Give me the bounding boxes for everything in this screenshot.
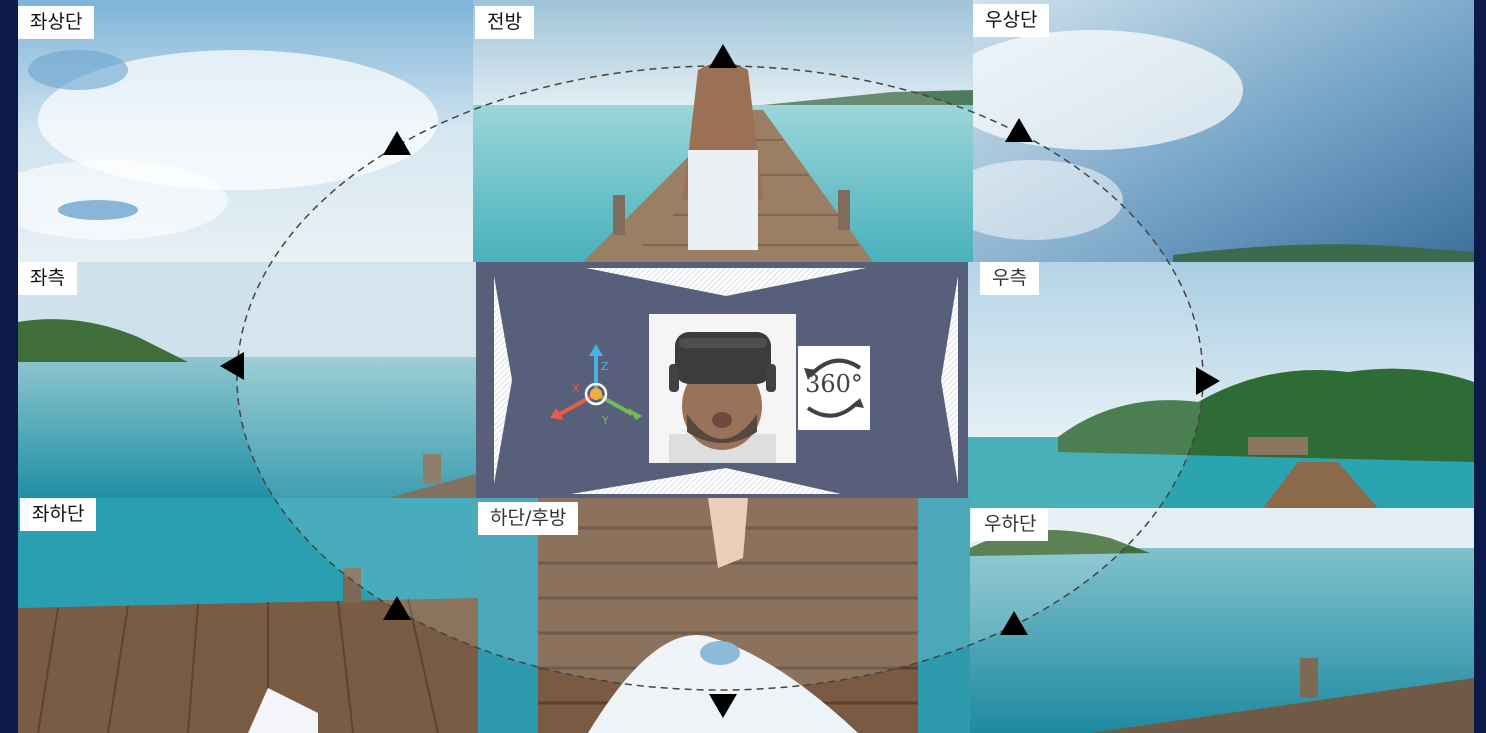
tile-middle-left: 좌측 [18,262,476,498]
xyz-axis-icon: Z X Y [550,344,642,427]
bottom-left-view-image [18,498,478,733]
front-view-image [473,0,973,262]
axis-x-label: X [572,382,580,395]
tile-top-center: 전방 [473,0,973,262]
rotation-label: 360° [805,370,863,398]
tile-bottom-center: 하단/후방 [478,498,970,733]
left-chevron [494,276,512,484]
left-view-image [18,262,476,498]
tile-label-bottom-right: 우하단 [972,508,1049,541]
tile-middle-right: 우측 [968,262,1474,508]
bottom-right-view-image [970,508,1474,733]
sky-image [18,0,473,262]
bottom-chevron [571,468,841,494]
top-chevron [586,268,866,296]
sky-image [973,0,1474,262]
tile-label-bottom-left: 좌하단 [20,498,97,531]
rotate-360-icon: 360° [798,346,870,430]
vr-360-view-diagram: 좌상단 전방 우상단 좌측 우측 좌하단 하단/후방 우하단 Z X Y 360… [0,0,1486,733]
tile-top-right: 우상단 [973,0,1474,262]
tile-label-top-right: 우상단 [973,4,1050,37]
vr-headset-person-icon [649,314,796,463]
right-chevron [941,276,958,484]
tile-label-top-center: 전방 [475,6,534,39]
tile-label-middle-left: 좌측 [18,262,77,295]
tile-label-top-left: 좌상단 [18,6,95,39]
center-panel: Z X Y 360° [476,262,968,498]
tile-top-left: 좌상단 [18,0,473,262]
right-view-image [968,262,1474,508]
axis-z-label: Z [601,360,609,373]
tile-label-middle-right: 우측 [980,262,1039,295]
tile-label-bottom-center: 하단/후방 [478,502,579,535]
tile-bottom-left: 좌하단 [18,498,478,733]
axis-y-label: Y [601,414,609,427]
tile-bottom-right: 우하단 [970,508,1474,733]
